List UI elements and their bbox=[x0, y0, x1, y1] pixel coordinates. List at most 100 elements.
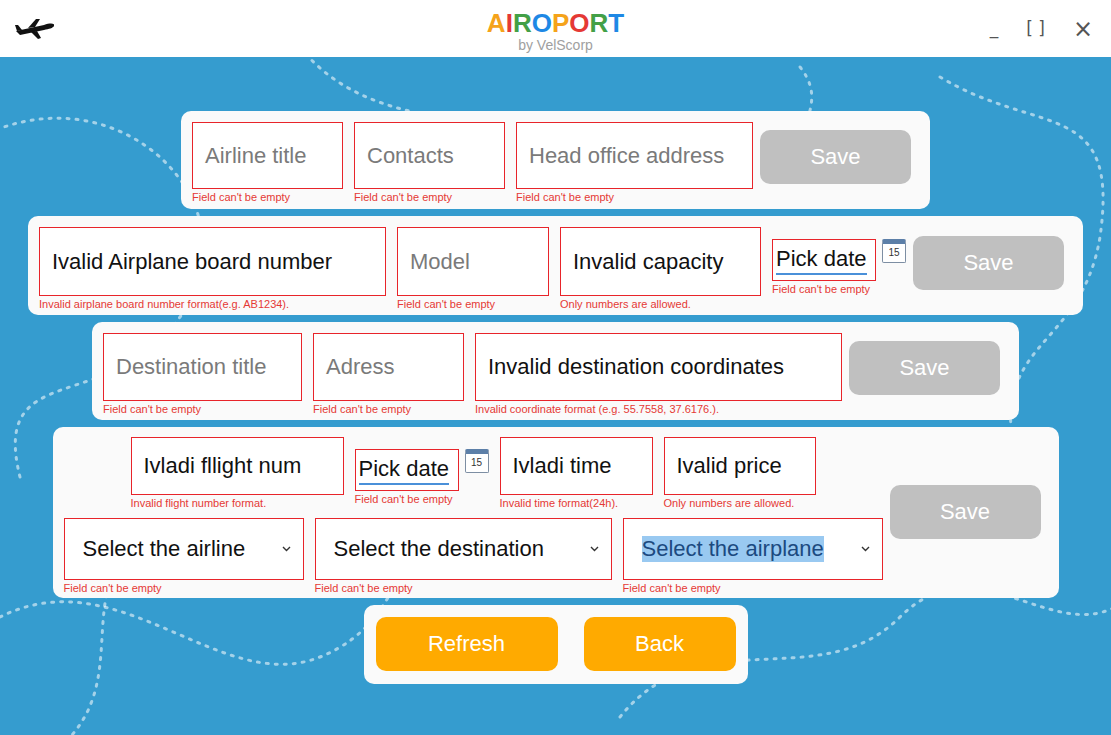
window-controls: _ [ ] × bbox=[624, 17, 1097, 41]
logo-subtitle: by VelScorp bbox=[518, 37, 593, 53]
select-text: Select the airline bbox=[83, 536, 246, 562]
window-control[interactable]: × bbox=[1073, 17, 1093, 41]
select-box[interactable]: Select the destination bbox=[315, 518, 612, 580]
field-rows: Ivladi fllight numInvalid flight number … bbox=[64, 437, 883, 595]
error-text: Field can't be empty bbox=[355, 493, 489, 506]
calendar-day: 15 bbox=[471, 458, 482, 468]
error-text: Field can't be empty bbox=[354, 191, 505, 204]
nav-card: Refresh Back bbox=[364, 605, 748, 684]
main-area: Airline titleField can't be emptyContact… bbox=[0, 57, 1111, 735]
text-field: Invalid capacity Only numbers are allowed… bbox=[560, 227, 761, 311]
title-left bbox=[14, 17, 487, 41]
text-input[interactable]: Ivalid price bbox=[664, 437, 816, 495]
error-text: Only numbers are allowed. bbox=[560, 298, 761, 311]
calendar-day: 15 bbox=[888, 248, 899, 258]
field-row: Ivalid Airplane board number Invalid airp… bbox=[39, 227, 906, 311]
date-text: Pick date bbox=[359, 456, 450, 485]
date-picker: Pick date 15 bbox=[772, 239, 906, 281]
logo: AIROPORTby VelScorp bbox=[487, 5, 624, 53]
error-text: Invalid coordinate format (e.g. 55.7558,… bbox=[475, 403, 842, 416]
nav-button[interactable]: Refresh bbox=[376, 617, 558, 671]
select-text: Select the airplane bbox=[642, 536, 824, 562]
error-text: Invalid time format(24h). bbox=[500, 497, 653, 510]
text-field: Ivalid price Only numbers are allowed. bbox=[664, 437, 816, 510]
error-text: Field can't be empty bbox=[103, 403, 302, 416]
text-input[interactable]: Ivladi time bbox=[500, 437, 653, 495]
text-field: Invalid destination coordinates Invalid c… bbox=[475, 333, 842, 416]
airplane-icon bbox=[14, 17, 56, 41]
chevron-down-icon bbox=[861, 546, 870, 552]
text-field: Airline title Field can't be empty bbox=[192, 122, 343, 204]
text-field: Destination title Field can't be empty bbox=[103, 333, 302, 416]
field-rows: Ivalid Airplane board number Invalid airp… bbox=[39, 227, 906, 311]
logo-letter: O bbox=[569, 9, 589, 37]
nav-button[interactable]: Back bbox=[584, 617, 736, 671]
text-input[interactable]: Head office address bbox=[516, 122, 753, 189]
error-text: Invalid airplane board number format(e.g… bbox=[39, 298, 386, 311]
date-field: Pick date 15 Field can't be empty bbox=[355, 449, 489, 506]
save-button[interactable]: Save bbox=[849, 341, 1000, 395]
logo-word: AIROPORT bbox=[487, 9, 624, 37]
text-input[interactable]: Model bbox=[397, 227, 549, 296]
select-field: Select the airplane Field can't be empty bbox=[623, 518, 883, 595]
error-text: Field can't be empty bbox=[192, 191, 343, 204]
logo-letter: A bbox=[487, 9, 506, 37]
select-field: Select the destinationField can't be emp… bbox=[315, 518, 612, 595]
date-input[interactable]: Pick date bbox=[355, 449, 459, 491]
text-input[interactable]: Invalid destination coordinates bbox=[475, 333, 842, 401]
save-button[interactable]: Save bbox=[913, 236, 1064, 290]
error-text: Only numbers are allowed. bbox=[664, 497, 816, 510]
error-text: Field can't be empty bbox=[623, 582, 883, 595]
window-control[interactable]: [ ] bbox=[1026, 20, 1045, 37]
logo-letter: I bbox=[506, 9, 513, 37]
logo-letter: T bbox=[608, 9, 624, 37]
date-picker: Pick date 15 bbox=[355, 449, 489, 491]
save-button[interactable]: Save bbox=[760, 130, 911, 184]
text-input[interactable]: Adress bbox=[313, 333, 464, 401]
chevron-down-icon bbox=[282, 546, 291, 552]
title-bar: AIROPORTby VelScorp _ [ ] × bbox=[0, 0, 1111, 57]
field-rows: Airline titleField can't be emptyContact… bbox=[192, 122, 753, 204]
window-control[interactable]: _ bbox=[990, 20, 999, 37]
select-field: Select the airline Field can't be empty bbox=[64, 518, 304, 595]
destination-form: Destination title Field can't be empty Adr… bbox=[92, 322, 1019, 420]
airplane-form: Ivalid Airplane board number Invalid airp… bbox=[28, 216, 1083, 315]
airline-form: Airline titleField can't be emptyContact… bbox=[181, 111, 930, 209]
app-window: AIROPORTby VelScorp _ [ ] × Airline title Fie… bbox=[0, 0, 1111, 735]
date-input[interactable]: Pick date bbox=[772, 239, 876, 281]
text-field: Ivladi fllight numInvalid flight number … bbox=[131, 437, 344, 510]
field-row: Destination title Field can't be empty Adr… bbox=[103, 333, 842, 416]
calendar-icon[interactable]: 15 bbox=[465, 449, 489, 473]
chevron-down-icon bbox=[590, 546, 599, 552]
save-button[interactable]: Save bbox=[890, 485, 1041, 539]
field-row: Select the airlineField can't be emptySe… bbox=[64, 518, 883, 595]
text-field: Head office address Field can't be empty bbox=[516, 122, 753, 204]
field-row: Airline titleField can't be emptyContact… bbox=[192, 122, 753, 204]
calendar-icon[interactable]: 15 bbox=[882, 239, 906, 263]
logo-letter: R bbox=[589, 9, 608, 37]
date-field: Pick date15Field can't be empty bbox=[772, 239, 906, 296]
text-input[interactable]: Invalid capacity bbox=[560, 227, 761, 296]
text-input[interactable]: Ivladi fllight num bbox=[131, 437, 344, 495]
text-field: Ivladi time Invalid time format(24h). bbox=[500, 437, 653, 510]
text-input[interactable]: Ivalid Airplane board number bbox=[39, 227, 386, 296]
flight-form: Ivladi fllight numInvalid flight number … bbox=[53, 427, 1059, 598]
select-box[interactable]: Select the airplane bbox=[623, 518, 883, 580]
date-text: Pick date bbox=[776, 246, 867, 275]
error-text: Field can't be empty bbox=[64, 582, 304, 595]
logo-letter: R bbox=[513, 9, 532, 37]
error-text: Field can't be empty bbox=[516, 191, 753, 204]
text-field: Contacts Field can't be empty bbox=[354, 122, 505, 204]
field-rows: Destination title Field can't be empty Adr… bbox=[103, 333, 842, 416]
text-field: Model Field can't be empty bbox=[397, 227, 549, 311]
select-box[interactable]: Select the airline bbox=[64, 518, 304, 580]
text-input[interactable]: Airline title bbox=[192, 122, 343, 189]
text-input[interactable]: Destination title bbox=[103, 333, 302, 401]
error-text: Field can't be empty bbox=[397, 298, 549, 311]
logo-letter: P bbox=[552, 9, 569, 37]
error-text: Field can't be empty bbox=[313, 403, 464, 416]
text-field: Ivalid Airplane board number Invalid airp… bbox=[39, 227, 386, 311]
text-input[interactable]: Contacts bbox=[354, 122, 505, 189]
field-row: Ivladi fllight numInvalid flight number … bbox=[131, 437, 883, 510]
select-text: Select the destination bbox=[334, 536, 544, 562]
